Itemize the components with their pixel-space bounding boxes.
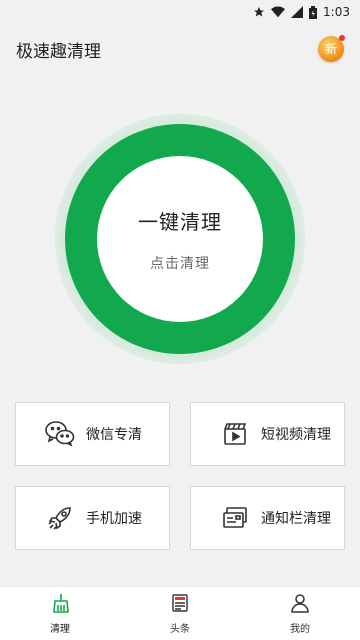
wechat-clean-card[interactable]: 微信专清 [15, 402, 170, 466]
wechat-clean-label: 微信专清 [86, 427, 142, 443]
tab-clean-label: 清理 [50, 623, 70, 635]
video-clapper-icon [219, 418, 251, 450]
rocket-icon [44, 502, 76, 534]
status-time: 1:03 [323, 5, 350, 19]
battery-icon [309, 5, 318, 19]
tab-news-label: 头条 [170, 623, 190, 635]
short-video-clean-label: 短视频清理 [261, 427, 331, 443]
bottom-tab-bar: 清理 头条 我的 [0, 586, 360, 640]
star-icon [253, 6, 265, 18]
user-icon [290, 593, 310, 617]
tab-clean[interactable]: 清理 [0, 587, 120, 640]
phone-boost-card[interactable]: 手机加速 [15, 486, 170, 550]
page-title: 极速趣清理 [16, 41, 101, 62]
status-bar: 1:03 [0, 0, 360, 24]
wifi-icon [271, 6, 286, 18]
clean-button-subtitle: 点击清理 [150, 255, 210, 272]
badge-label: 新 [324, 42, 337, 56]
clean-button-title: 一键清理 [138, 209, 222, 234]
notification-clean-card[interactable]: 通知栏清理 [190, 486, 345, 550]
main-content: 一键清理 点击清理 微信专清 短视频清理 手机加速 通知栏清理 [0, 74, 360, 586]
notification-clean-label: 通知栏清理 [261, 511, 331, 527]
wechat-icon [44, 418, 76, 450]
notification-dot [339, 35, 345, 41]
tab-news[interactable]: 头条 [120, 587, 240, 640]
one-click-clean-button[interactable]: 一键清理 点击清理 [65, 124, 295, 354]
signal-icon [291, 6, 304, 18]
app-bar: 极速趣清理 新 [0, 24, 360, 74]
short-video-clean-card[interactable]: 短视频清理 [190, 402, 345, 466]
news-icon [170, 593, 190, 617]
notification-card-icon [219, 502, 251, 534]
tab-mine-label: 我的 [290, 623, 310, 635]
broom-icon [50, 593, 70, 617]
tab-mine[interactable]: 我的 [240, 587, 360, 640]
phone-boost-label: 手机加速 [86, 511, 142, 527]
new-badge-button[interactable]: 新 [318, 35, 345, 62]
